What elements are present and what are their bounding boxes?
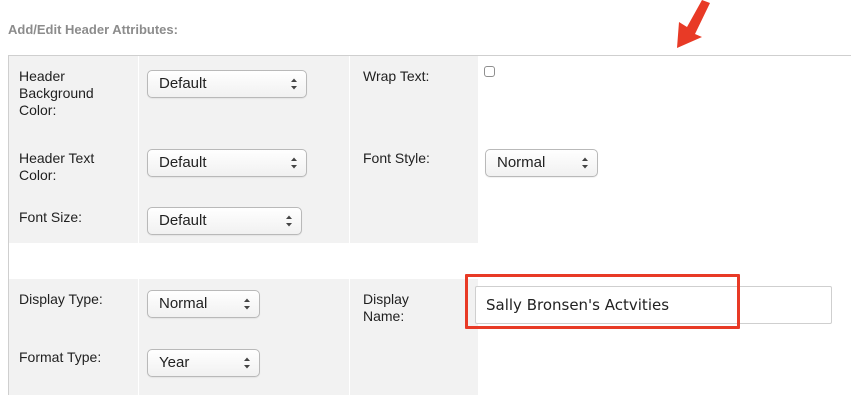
font-size-label: Font Size: [19,209,83,225]
header-attributes-panel: Header Background Color: Default Wrap Te… [8,55,851,395]
display-type-label: Display Type: [19,291,103,307]
font-style-select[interactable]: Normal [485,149,598,177]
font-style-label: Font Style: [363,150,430,166]
header-background-color-label: Header Background Color: [19,68,94,118]
header-background-color-value: Default [159,75,207,92]
header-text-color-value: Default [159,154,207,171]
display-type-value: Normal [159,295,208,312]
font-size-select[interactable]: Default [147,207,302,235]
display-name-highlight [465,274,740,329]
wrap-text-label: Wrap Text: [363,68,430,84]
format-type-value: Year [159,354,190,371]
header-background-color-select[interactable]: Default [147,70,307,98]
font-style-value: Normal [497,154,546,171]
up-down-chevron-icon [244,357,250,369]
wrap-text-checkbox[interactable] [484,66,495,77]
display-name-label: Display Name: [363,291,409,324]
section-title: Add/Edit Header Attributes: [8,22,178,37]
up-down-chevron-icon [291,157,297,169]
header-text-color-select[interactable]: Default [147,149,307,177]
arrow-down-left-icon [677,0,710,48]
up-down-chevron-icon [286,215,292,227]
format-type-select[interactable]: Year [147,349,260,377]
font-size-value: Default [159,212,207,229]
up-down-chevron-icon [582,157,588,169]
display-type-select[interactable]: Normal [147,290,260,318]
up-down-chevron-icon [291,78,297,90]
format-type-label: Format Type: [19,349,102,365]
header-text-color-label: Header Text Color: [19,150,95,183]
up-down-chevron-icon [244,298,250,310]
